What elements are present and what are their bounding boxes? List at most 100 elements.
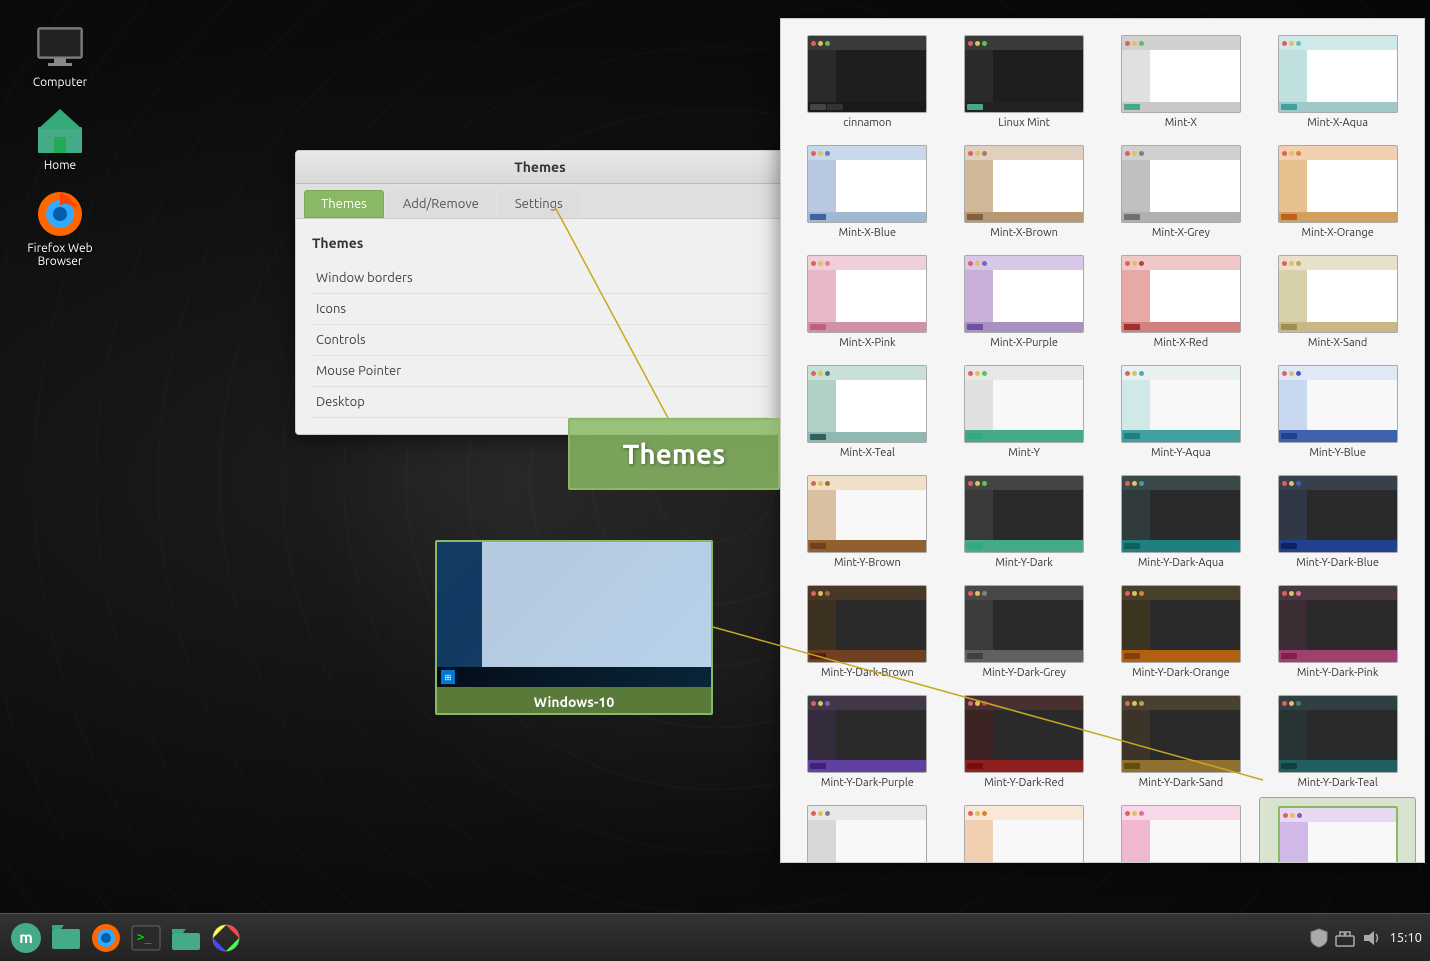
tab-themes[interactable]: Themes <box>304 190 384 218</box>
theme-row-desktop: Desktop <box>312 387 768 418</box>
mint-x-aqua-name: Mint-X-Aqua <box>1307 117 1368 129</box>
theme-item-mint-x-aqua[interactable]: Mint-X-Aqua <box>1259 27 1416 137</box>
win10-content <box>482 542 711 667</box>
taskbar-mint-menu[interactable]: m <box>8 920 44 956</box>
mint-y-aqua-thumbnail <box>1121 365 1241 443</box>
theme-item-mint-y-dark-brown[interactable]: Mint-Y-Dark-Brown <box>789 577 946 687</box>
theme-item-mint-y-dark-blue[interactable]: Mint-Y-Dark-Blue <box>1259 467 1416 577</box>
mint-y-dark-teal-thumbnail <box>1278 695 1398 773</box>
theme-item-mint-x-purple[interactable]: Mint-X-Purple <box>946 247 1103 357</box>
network-icon <box>1335 928 1355 948</box>
theme-item-mint-y-dark-sand[interactable]: Mint-Y-Dark-Sand <box>1103 687 1260 797</box>
theme-item-mint-x-teal[interactable]: Mint-X-Teal <box>789 357 946 467</box>
home-icon <box>36 107 84 155</box>
taskbar-folder[interactable] <box>168 920 204 956</box>
firefox-label: Firefox Web Browser <box>24 242 96 268</box>
mint-x-blue-thumbnail <box>807 145 927 223</box>
taskbar-files[interactable] <box>48 920 84 956</box>
mint-y-dark-sand-thumbnail <box>1121 695 1241 773</box>
mint-x-sand-thumbnail <box>1278 255 1398 333</box>
theme-item-mint-y-dark-orange[interactable]: Mint-Y-Dark-Orange <box>1103 577 1260 687</box>
mint-y-dark-brown-thumbnail <box>807 585 927 663</box>
theme-item-mint-x-grey[interactable]: Mint-X-Grey <box>1103 137 1260 247</box>
theme-item-mint-x-sand[interactable]: Mint-X-Sand <box>1259 247 1416 357</box>
theme-item-mint-y[interactable]: Mint-Y <box>946 357 1103 467</box>
mint-x-pink-name: Mint-X-Pink <box>839 337 895 349</box>
tab-add-remove[interactable]: Add/Remove <box>386 190 496 218</box>
theme-item-mint-y-dark-grey[interactable]: Mint-Y-Dark-Grey <box>946 577 1103 687</box>
mint-x-blue-name: Mint-X-Blue <box>839 227 896 239</box>
mint-y-brown-name: Mint-Y-Brown <box>834 557 901 569</box>
mint-y-brown-thumbnail <box>807 475 927 553</box>
mint-x-grey-name: Mint-X-Grey <box>1152 227 1210 239</box>
mint-y-dark-name: Mint-Y-Dark <box>995 557 1053 569</box>
firefox-icon <box>36 190 84 238</box>
theme-item-mint-y-brown[interactable]: Mint-Y-Brown <box>789 467 946 577</box>
mint-y-dark-aqua-thumbnail <box>1121 475 1241 553</box>
theme-item-mint-y-dark-pink[interactable]: Mint-Y-Dark-Pink <box>1259 577 1416 687</box>
svg-text:>_: >_ <box>137 930 152 944</box>
win10-preview-box[interactable]: ⊞ Windows-10 <box>435 540 713 715</box>
theme-item-mint-y-aqua[interactable]: Mint-Y-Aqua <box>1103 357 1260 467</box>
dialog-content: Themes Window borders Icons Controls Mou… <box>296 219 784 434</box>
taskbar-tray <box>1309 928 1381 948</box>
mint-x-grey-thumbnail <box>1121 145 1241 223</box>
theme-row-window-borders: Window borders <box>312 263 768 294</box>
win10-sidebar <box>437 542 482 667</box>
theme-item-mint-x[interactable]: Mint-X <box>1103 27 1260 137</box>
theme-item-mint-y-dark-purple[interactable]: Mint-Y-Dark-Purple <box>789 687 946 797</box>
mint-y-dark-sand-name: Mint-Y-Dark-Sand <box>1139 777 1224 789</box>
theme-item-mint-x-pink[interactable]: Mint-X-Pink <box>789 247 946 357</box>
themes-section-title: Themes <box>312 235 768 251</box>
theme-grid: cinnamon Linux Mint <box>781 19 1424 863</box>
theme-item-mint-y-orange[interactable]: Mint-Y-Orange <box>946 797 1103 863</box>
theme-item-linux-mint[interactable]: Linux Mint <box>946 27 1103 137</box>
mint-y-dark-purple-name: Mint-Y-Dark-Purple <box>821 777 914 789</box>
theme-item-mint-y-pink[interactable]: Mint-Y-Pink <box>1103 797 1260 863</box>
theme-item-mint-x-red[interactable]: Mint-X-Red <box>1103 247 1260 357</box>
theme-item-mint-y-blue[interactable]: Mint-Y-Blue <box>1259 357 1416 467</box>
mint-y-thumbnail <box>964 365 1084 443</box>
mint-y-dark-orange-thumbnail <box>1121 585 1241 663</box>
cinnamon-thumbnail <box>807 35 927 113</box>
tab-settings[interactable]: Settings <box>498 190 580 218</box>
theme-item-mint-y-dark-aqua[interactable]: Mint-Y-Dark-Aqua <box>1103 467 1260 577</box>
taskbar-firefox[interactable] <box>88 920 124 956</box>
theme-item-mint-y-dark[interactable]: Mint-Y-Dark <box>946 467 1103 577</box>
theme-picker-panel[interactable]: cinnamon Linux Mint <box>780 18 1425 863</box>
computer-label: Computer <box>33 76 87 89</box>
dialog-title: Themes <box>296 151 784 184</box>
mint-y-dark-blue-name: Mint-Y-Dark-Blue <box>1296 557 1379 569</box>
theme-row-controls: Controls <box>312 325 768 356</box>
theme-item-mint-y-purple[interactable]: Mint-Y-Purple <box>1259 797 1416 863</box>
theme-row-icons: Icons <box>312 294 768 325</box>
mint-y-dark-aqua-name: Mint-Y-Dark-Aqua <box>1138 557 1224 569</box>
mint-x-brown-name: Mint-X-Brown <box>990 227 1058 239</box>
desktop-icon-firefox[interactable]: Firefox Web Browser <box>20 186 100 272</box>
taskbar-color-picker[interactable] <box>208 920 244 956</box>
desktop-label: Desktop <box>316 395 436 409</box>
theme-item-mint-y-grey[interactable]: Mint-Y-Grey <box>789 797 946 863</box>
mint-y-name: Mint-Y <box>1008 447 1040 459</box>
mint-y-pink-thumbnail <box>1121 805 1241 863</box>
controls-label: Controls <box>316 333 436 347</box>
theme-item-mint-x-blue[interactable]: Mint-X-Blue <box>789 137 946 247</box>
mint-x-name: Mint-X <box>1165 117 1197 129</box>
theme-item-mint-y-dark-red[interactable]: Mint-Y-Dark-Red <box>946 687 1103 797</box>
mint-y-dark-thumbnail <box>964 475 1084 553</box>
taskbar-terminal[interactable]: >_ <box>128 920 164 956</box>
mint-x-teal-name: Mint-X-Teal <box>840 447 895 459</box>
desktop-icon-home[interactable]: Home <box>20 103 100 176</box>
mint-y-dark-pink-thumbnail <box>1278 585 1398 663</box>
shield-icon <box>1309 928 1329 948</box>
desktop-icon-computer[interactable]: Computer <box>20 20 100 93</box>
theme-item-mint-x-orange[interactable]: Mint-X-Orange <box>1259 137 1416 247</box>
theme-item-mint-y-dark-teal[interactable]: Mint-Y-Dark-Teal <box>1259 687 1416 797</box>
mint-y-purple-thumbnail <box>1278 806 1398 863</box>
mint-y-dark-grey-thumbnail <box>964 585 1084 663</box>
computer-icon <box>36 24 84 72</box>
home-label: Home <box>44 159 76 172</box>
theme-item-cinnamon[interactable]: cinnamon <box>789 27 946 137</box>
speaker-icon <box>1361 928 1381 948</box>
theme-item-mint-x-brown[interactable]: Mint-X-Brown <box>946 137 1103 247</box>
